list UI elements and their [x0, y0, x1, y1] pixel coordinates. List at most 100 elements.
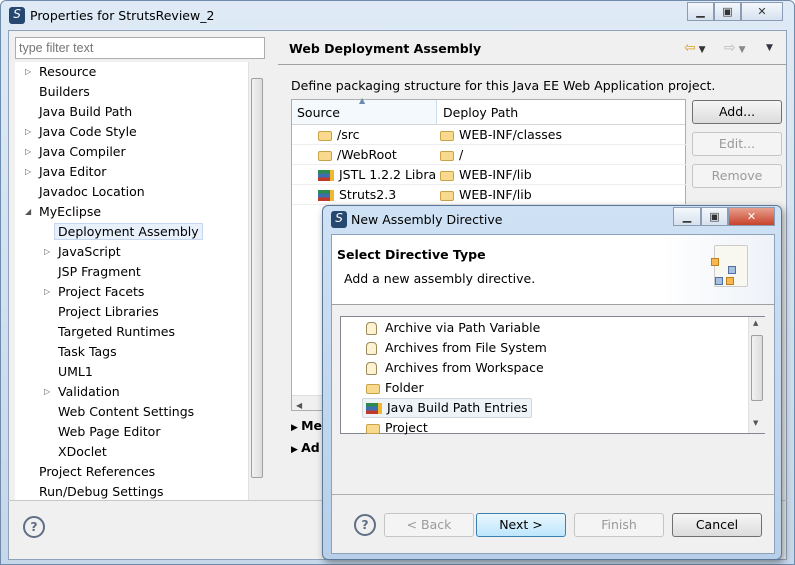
project-icon	[366, 423, 380, 434]
scrollbar-thumb[interactable]	[251, 78, 263, 478]
jar-icon	[366, 362, 377, 375]
deploy-path-cell: WEB-INF/lib	[459, 187, 532, 202]
tree-item[interactable]: ▷ Resource	[25, 62, 96, 82]
cancel-button[interactable]: Cancel	[672, 513, 762, 537]
collapse-icon[interactable]: ◢	[25, 202, 35, 222]
tree-item[interactable]: UML1	[58, 362, 93, 382]
table-row[interactable]: Struts2.3 WEB-INF/lib	[292, 185, 687, 205]
folder-icon	[318, 150, 332, 161]
minimize-button[interactable]: ▁	[687, 2, 714, 21]
section-label: Ad	[301, 440, 320, 455]
tree-item-label: Java Build Path	[39, 104, 133, 119]
source-cell: /WebRoot	[337, 147, 397, 162]
tree-item[interactable]: Task Tags	[58, 342, 117, 362]
table-row[interactable]: JSTL 1.2.2 Library WEB-INF/lib	[292, 165, 687, 185]
tree-item[interactable]: Builders	[39, 82, 90, 102]
expand-icon[interactable]: ▷	[44, 382, 54, 402]
tree-item[interactable]: Javadoc Location	[39, 182, 145, 202]
edit-button[interactable]: Edit...	[692, 132, 782, 156]
folder-icon	[366, 383, 380, 394]
table-row[interactable]: /src WEB-INF/classes	[292, 125, 687, 145]
column-header-deploy-path[interactable]: Deploy Path	[437, 100, 685, 125]
expand-icon[interactable]: ▷	[25, 122, 35, 142]
tree-item-label: XDoclet	[58, 444, 107, 459]
tree-scrollbar[interactable]	[248, 62, 265, 500]
next-button[interactable]: Next >	[476, 513, 566, 537]
deploy-path-cell: /	[459, 147, 464, 162]
library-icon	[318, 190, 334, 201]
remove-button[interactable]: Remove	[692, 164, 782, 188]
tree-item[interactable]: Project References	[39, 462, 155, 482]
dialog-help-icon[interactable]: ?	[354, 514, 376, 536]
source-cell: Struts2.3	[339, 187, 397, 202]
item-label: Java Build Path Entries	[387, 400, 528, 415]
tree-item[interactable]: Web Page Editor	[58, 422, 160, 442]
tree-item[interactable]: Java Build Path	[39, 102, 132, 122]
expand-icon[interactable]: ▷	[44, 282, 54, 302]
tree-item[interactable]: JSP Fragment	[58, 262, 141, 282]
directive-list-item[interactable]: Folder	[362, 378, 428, 398]
expand-icon[interactable]: ▷	[25, 162, 35, 182]
source-cell: JSTL 1.2.2 Library	[339, 167, 437, 182]
expand-icon[interactable]: ▷	[25, 142, 35, 162]
add-button[interactable]: Add...	[692, 100, 782, 124]
tree-item-label: Project References	[39, 464, 156, 479]
column-header-source[interactable]: Source ▲	[292, 96, 437, 125]
tree-item-label: Builders	[39, 84, 90, 99]
directive-list-item[interactable]: Archives from Workspace	[362, 358, 548, 378]
item-label: Archives from Workspace	[385, 360, 544, 375]
dialog-heading: Select Directive Type	[337, 247, 486, 262]
directive-list-item[interactable]: Java Build Path Entries	[362, 398, 532, 418]
tree-item[interactable]: Run/Debug Settings	[39, 482, 164, 502]
tree-item-label: UML1	[58, 364, 93, 379]
section-label: Me	[301, 418, 322, 433]
table-row[interactable]: /WebRoot /	[292, 145, 687, 165]
directive-list-item[interactable]: Archive via Path Variable	[362, 318, 544, 338]
expand-icon[interactable]: ▷	[25, 62, 35, 82]
source-cell: /src	[337, 127, 360, 142]
tree-item[interactable]: Web Content Settings	[58, 402, 194, 422]
tree-item[interactable]: XDoclet	[58, 442, 107, 462]
dialog-close-button[interactable]: ✕	[728, 207, 775, 226]
tree-item[interactable]: ◢ MyEclipse	[25, 202, 102, 222]
back-nav-icon[interactable]: ⇦ ▼	[684, 40, 706, 56]
tree-item[interactable]: ▷ Java Compiler	[25, 142, 126, 162]
tree-item[interactable]: ▷ Java Code Style	[25, 122, 137, 142]
filter-input[interactable]	[15, 37, 265, 59]
forward-nav-icon[interactable]: ⇨ ▼	[724, 40, 746, 56]
jar-icon	[366, 322, 377, 335]
close-button[interactable]: ✕	[741, 2, 783, 21]
help-icon[interactable]: ?	[23, 516, 45, 538]
tree-item-label: Project Libraries	[58, 304, 159, 319]
library-icon	[318, 170, 334, 181]
tree-item-label: Deployment Assembly	[54, 223, 203, 240]
expand-icon[interactable]: ▷	[44, 242, 54, 262]
maximize-button[interactable]: ▣	[714, 2, 741, 21]
dialog-maximize-button[interactable]: ▣	[701, 207, 728, 226]
scrollbar-thumb[interactable]	[751, 335, 763, 401]
section-toggle[interactable]: ▶ Me	[291, 418, 322, 433]
tree-item-label: JavaScript	[58, 244, 121, 259]
directive-list-item[interactable]: Project	[362, 418, 432, 438]
tree-item-label: MyEclipse	[39, 204, 102, 219]
dialog-minimize-button[interactable]: ▁	[673, 207, 701, 226]
tree-item[interactable]: Targeted Runtimes	[58, 322, 175, 342]
view-menu-icon[interactable]: ▼	[766, 43, 773, 53]
tree-item[interactable]: ▷ JavaScript	[44, 242, 121, 262]
finish-button[interactable]: Finish	[574, 513, 664, 537]
tree-item[interactable]: ▷ Java Editor	[25, 162, 107, 182]
tree-item[interactable]: ▷ Validation	[44, 382, 120, 402]
list-scrollbar[interactable]: ▲ ▼	[748, 317, 765, 433]
back-button[interactable]: < Back	[384, 513, 474, 537]
tree-item-label: Java Editor	[39, 164, 107, 179]
item-label: Project	[385, 420, 428, 435]
section-toggle[interactable]: ▶ Ad	[291, 440, 320, 455]
deploy-path-cell: WEB-INF/lib	[459, 167, 532, 182]
tree-item[interactable]: Deployment Assembly	[54, 222, 203, 242]
tree-item-label: Targeted Runtimes	[58, 324, 175, 339]
tree-item-label: Java Compiler	[39, 144, 126, 159]
window-title: Properties for StrutsReview_2	[30, 8, 215, 23]
directive-list-item[interactable]: Archives from File System	[362, 338, 551, 358]
tree-item[interactable]: ▷ Project Facets	[44, 282, 144, 302]
tree-item[interactable]: Project Libraries	[58, 302, 159, 322]
